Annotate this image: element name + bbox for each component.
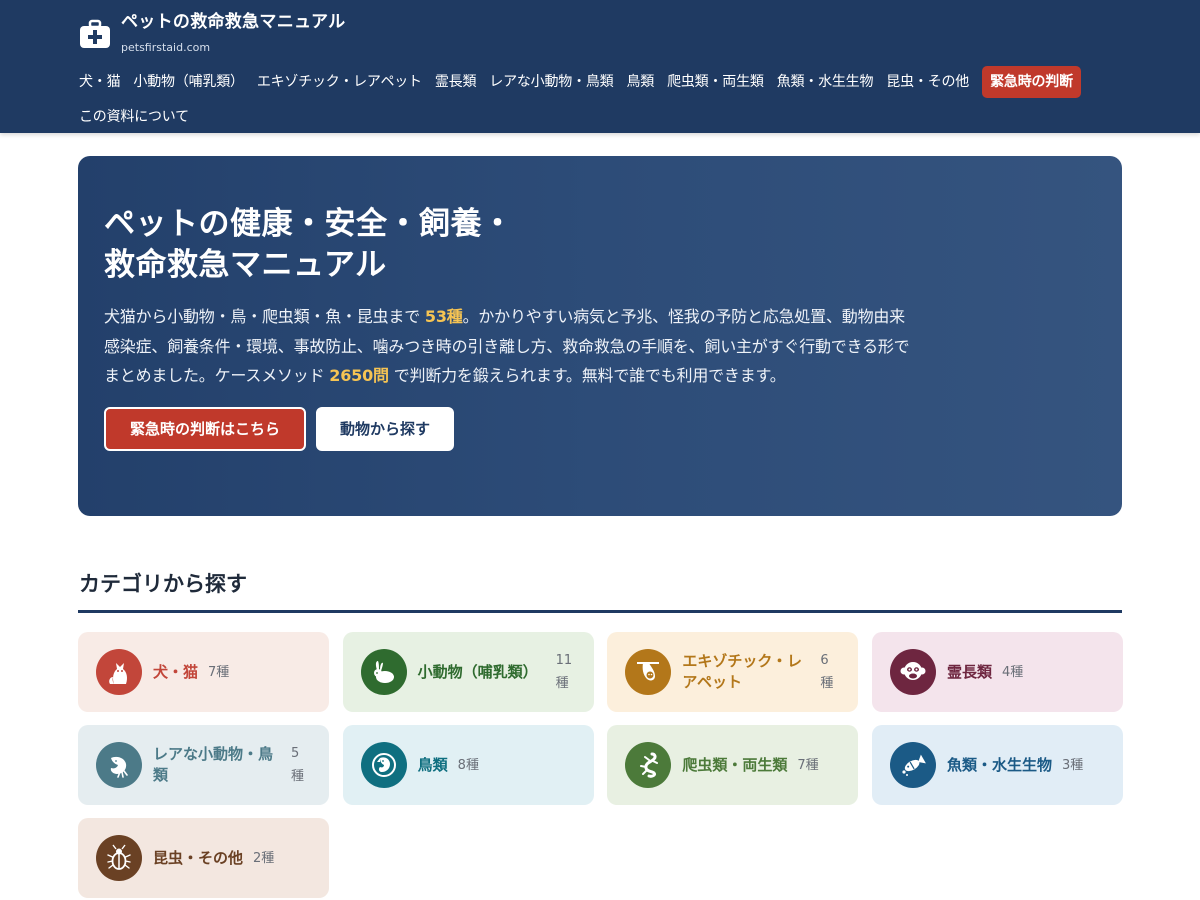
category-name: レアな小動物・鳥類 bbox=[153, 745, 274, 784]
category-name: 小動物（哺乳類） bbox=[417, 662, 538, 681]
category-section-title: カテゴリから探す bbox=[79, 571, 247, 596]
nav-item-about[interactable]: この資料について bbox=[79, 101, 189, 133]
sloth-icon bbox=[625, 649, 672, 695]
site-domain: petsfirstaid.com bbox=[121, 41, 211, 54]
hero-banner: ペットの健康・安全・飼養・ 救命救急マニュアル 犬猫から小動物・鳥・爬虫類・魚・… bbox=[78, 156, 1122, 516]
nav-item-dog-cat[interactable]: 犬・猫 bbox=[79, 66, 121, 98]
category-name: 犬・猫 bbox=[153, 662, 199, 681]
category-card-dog-cat[interactable]: 犬・猫 7種 bbox=[78, 632, 329, 712]
nav-item-small-mammals[interactable]: 小動物（哺乳類） bbox=[133, 66, 244, 98]
nav-item-rare-small-birds[interactable]: レアな小動物・鳥類 bbox=[489, 66, 613, 98]
category-card-insects[interactable]: 昆虫・その他 2種 bbox=[78, 818, 329, 898]
category-card-fish[interactable]: 魚類・水生生物 3種 bbox=[871, 725, 1123, 805]
hero-title: ペットの健康・安全・飼養・ 救命救急マニュアル bbox=[104, 204, 1096, 286]
nav-item-reptiles[interactable]: 爬虫類・両生類 bbox=[667, 66, 764, 98]
site-title: ペットの救命救急マニュアル bbox=[121, 12, 346, 32]
category-name: 爬虫類・両生類 bbox=[682, 755, 788, 774]
hero-buttons: 緊急時の判断はこちら 動物から探す bbox=[104, 406, 1096, 451]
hero-desc-text-3: で判断力を鍛えられます。無料で誰でも利用できます。 bbox=[388, 366, 786, 385]
nav-item-primates[interactable]: 霊長類 bbox=[435, 66, 477, 98]
category-count: 6種 bbox=[820, 653, 834, 691]
category-name: 霊長類 bbox=[946, 662, 992, 681]
browse-animals-button[interactable]: 動物から探す bbox=[316, 406, 454, 451]
dog-cat-icon bbox=[96, 649, 142, 695]
category-name: 鳥類 bbox=[417, 755, 448, 774]
parrot-icon bbox=[360, 742, 407, 788]
lizard-icon bbox=[625, 742, 672, 788]
category-card-primates[interactable]: 霊長類 4種 bbox=[871, 632, 1123, 712]
category-count: 5種 bbox=[291, 746, 305, 784]
category-count: 2種 bbox=[253, 850, 275, 866]
hero-desc-text-1: 犬猫から小動物・鳥・爬虫類・魚・昆虫まで bbox=[104, 307, 425, 326]
site-header: ペットの救命救急マニュアル petsfirstaid.com 犬・猫 小動物（哺… bbox=[0, 0, 1200, 133]
category-card-rare-small-birds[interactable]: レアな小動物・鳥類 5種 bbox=[78, 725, 329, 805]
hero-title-line2: 救命救急マニュアル bbox=[104, 247, 387, 283]
category-card-exotic[interactable]: エキゾチック・レアペット 6種 bbox=[607, 632, 859, 712]
first-aid-kit-icon bbox=[80, 19, 110, 48]
category-card-birds[interactable]: 鳥類 8種 bbox=[342, 725, 594, 805]
emergency-decision-button[interactable]: 緊急時の判断はこちら bbox=[104, 406, 306, 451]
category-grid: 犬・猫 7種 小動物（哺乳類） 11種 エキゾチック・レアペット 6種 霊長類 … bbox=[78, 632, 1123, 898]
hero-description: 犬猫から小動物・鳥・爬虫類・魚・昆虫まで 53種。かかりやすい病気と予兆、怪我の… bbox=[104, 302, 914, 391]
beetle-icon bbox=[96, 835, 142, 881]
hero-title-line1: ペットの健康・安全・飼養・ bbox=[104, 206, 514, 242]
category-card-small-mammals[interactable]: 小動物（哺乳類） 11種 bbox=[342, 632, 594, 712]
category-count: 3種 bbox=[1061, 757, 1084, 773]
nav-item-exotic[interactable]: エキゾチック・レアペット bbox=[257, 66, 422, 98]
nav-item-fish[interactable]: 魚類・水生生物 bbox=[777, 66, 874, 98]
category-count: 7種 bbox=[797, 757, 819, 773]
category-card-reptiles[interactable]: 爬虫類・両生類 7種 bbox=[607, 725, 859, 805]
nav-item-insects[interactable]: 昆虫・その他 bbox=[886, 66, 969, 98]
category-name: 魚類・水生生物 bbox=[946, 755, 1052, 774]
main-nav: 犬・猫 小動物（哺乳類） エキゾチック・レアペット 霊長類 レアな小動物・鳥類 … bbox=[79, 66, 1139, 133]
category-count: 4種 bbox=[1001, 664, 1024, 680]
section-divider bbox=[78, 610, 1122, 613]
bird-claw-icon bbox=[96, 742, 142, 788]
category-count: 8種 bbox=[457, 757, 479, 773]
monkey-icon bbox=[889, 649, 936, 695]
fish-icon bbox=[889, 742, 936, 788]
category-name: 昆虫・その他 bbox=[153, 848, 244, 867]
site-brand-link[interactable]: ペットの救命救急マニュアル petsfirstaid.com bbox=[79, 10, 345, 56]
species-count-highlight: 53種 bbox=[424, 307, 463, 326]
nav-item-birds[interactable]: 鳥類 bbox=[626, 66, 654, 98]
category-count: 7種 bbox=[208, 664, 230, 680]
rabbit-icon bbox=[360, 649, 407, 695]
category-count: 11種 bbox=[555, 653, 573, 691]
nav-item-emergency[interactable]: 緊急時の判断 bbox=[982, 66, 1081, 98]
category-name: エキゾチック・レアペット bbox=[682, 652, 803, 691]
case-count-highlight: 2650問 bbox=[329, 366, 389, 385]
